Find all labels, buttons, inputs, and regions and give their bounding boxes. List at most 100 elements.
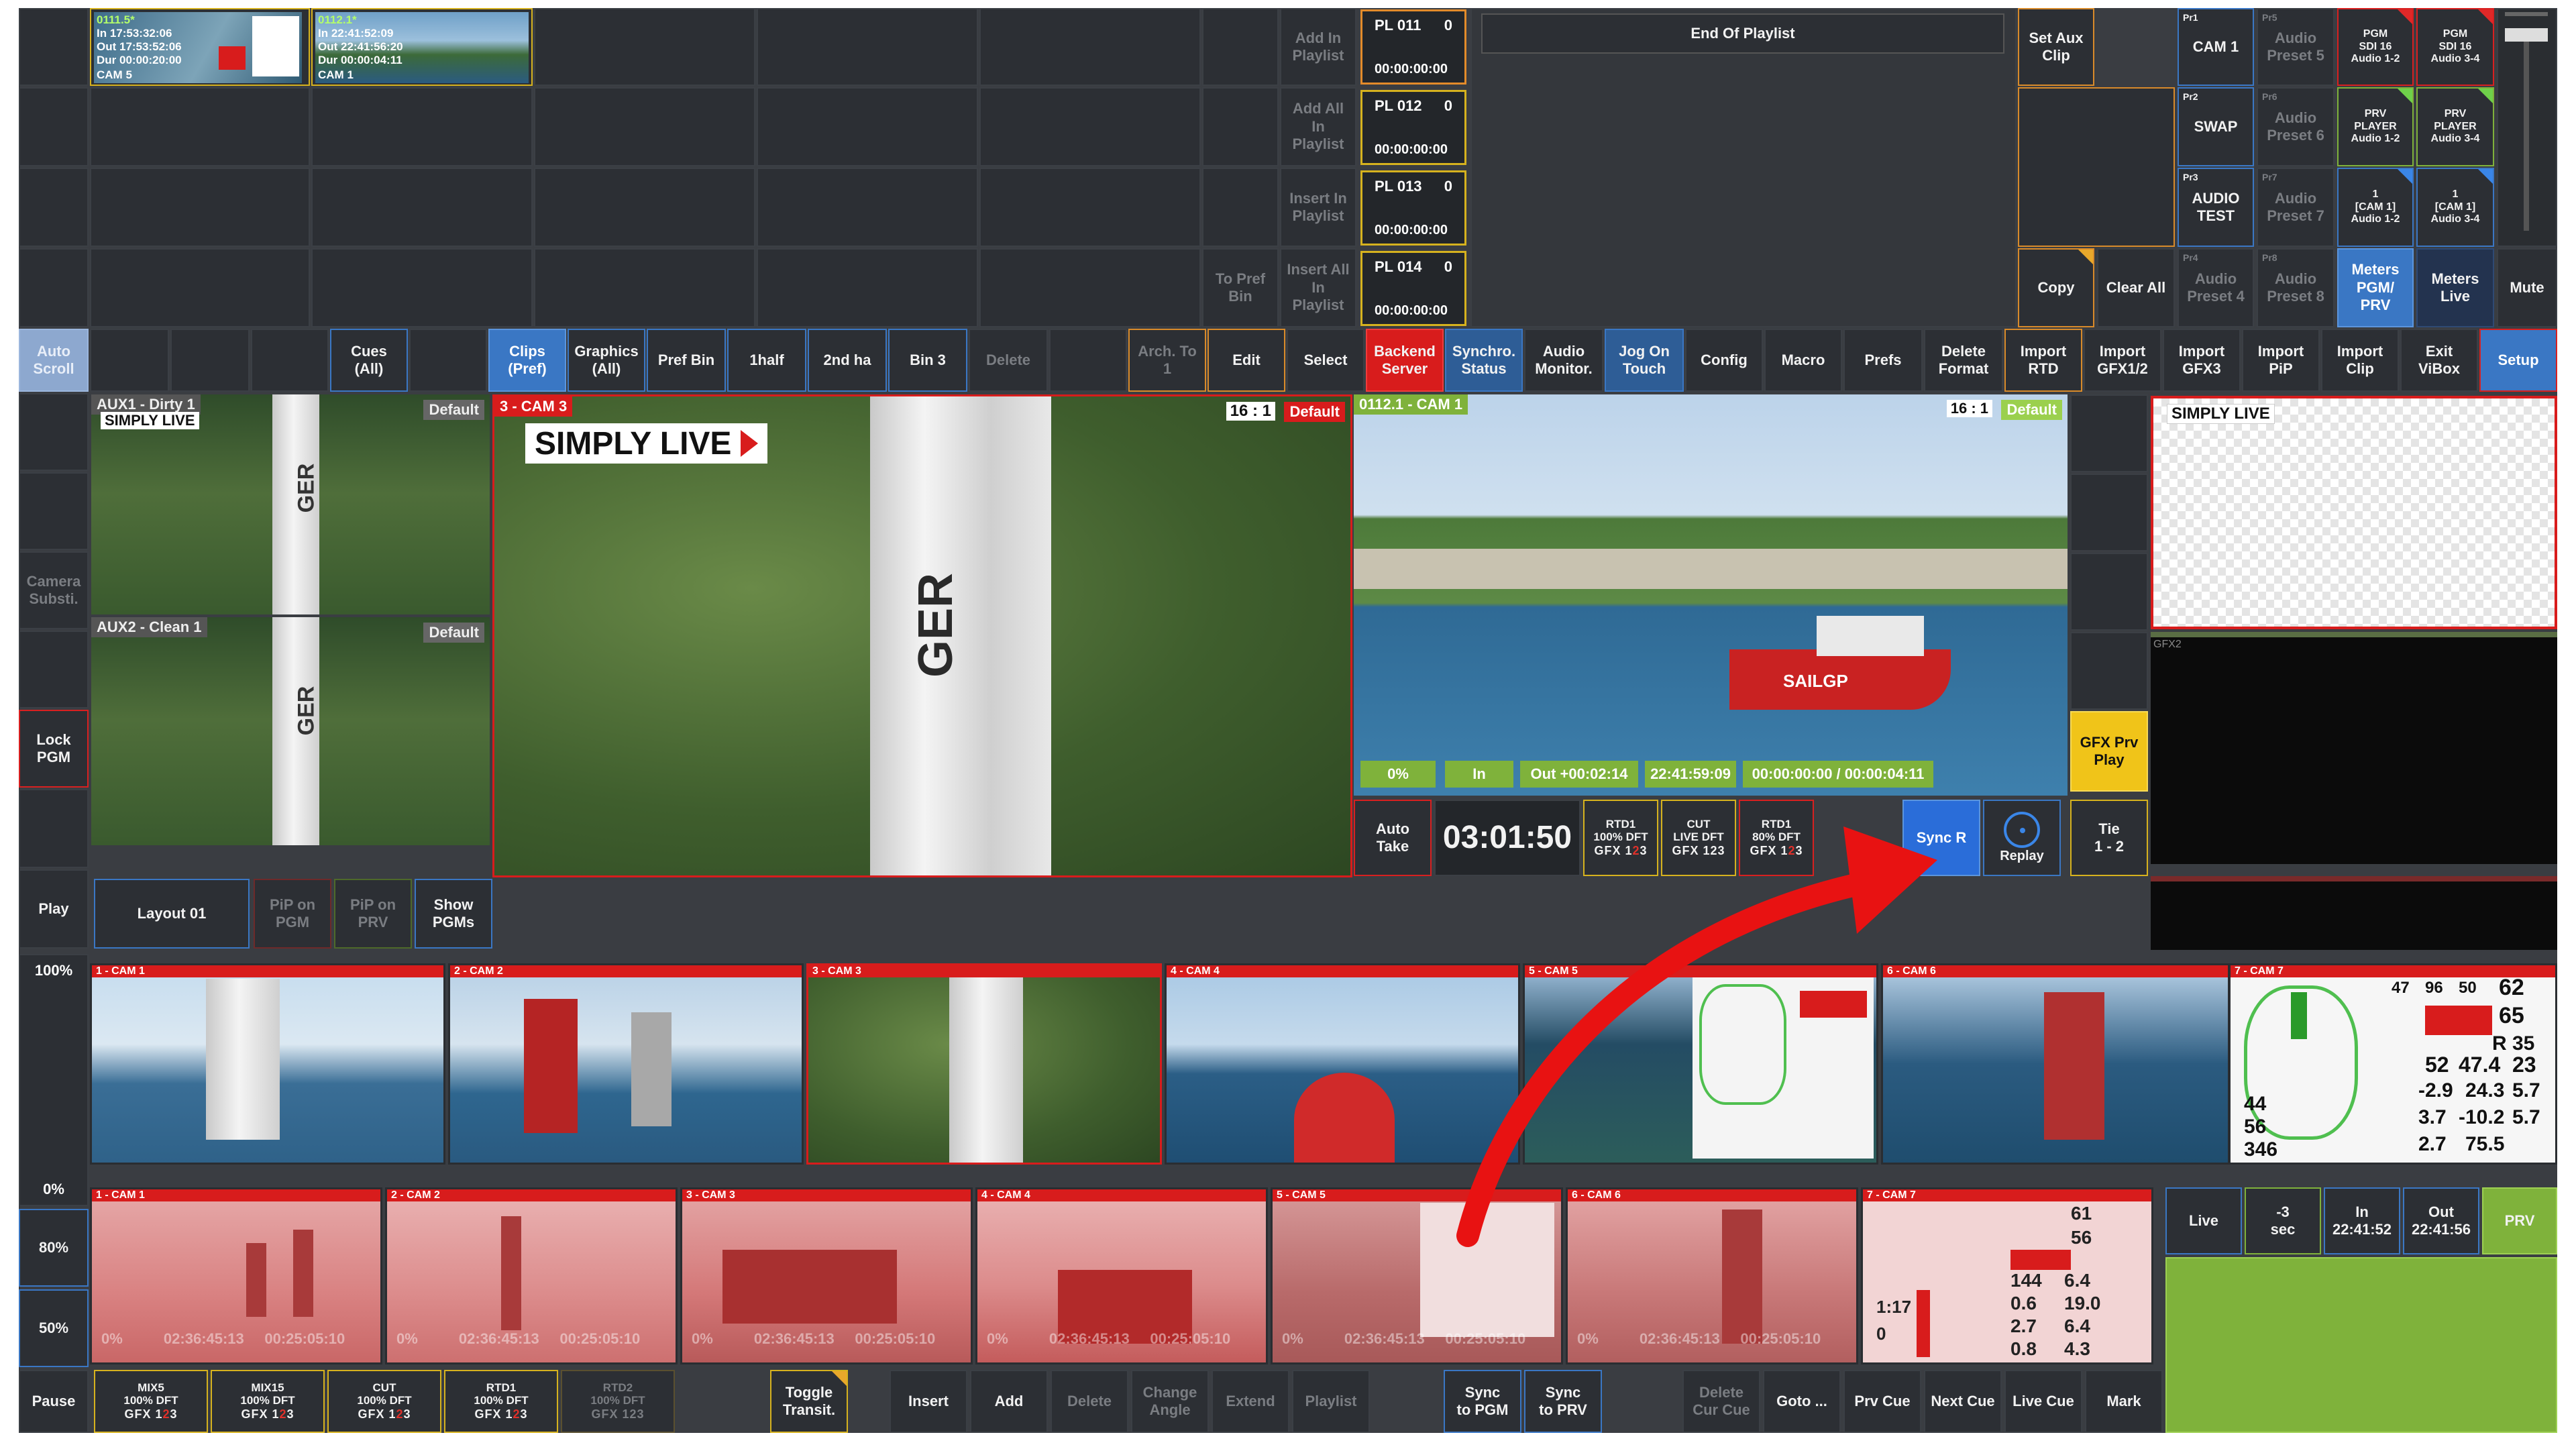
show-pgms-button[interactable]: Show PGMs bbox=[415, 879, 492, 949]
transition-rtd1-100[interactable]: RTD1 100% DFT GFX 123 bbox=[1583, 800, 1658, 876]
toggle-transition-button[interactable]: Toggle Transit. bbox=[770, 1370, 848, 1433]
speed-80-button[interactable]: 80% bbox=[19, 1209, 89, 1287]
camera-tile[interactable]: 4 - CAM 4 bbox=[1165, 963, 1520, 1165]
change-angle-button[interactable]: Change Angle bbox=[1131, 1370, 1209, 1433]
bin-empty-slot[interactable] bbox=[90, 168, 310, 247]
live-cue-button[interactable]: Live Cue bbox=[2004, 1370, 2082, 1433]
prefs-button[interactable]: Prefs bbox=[1843, 329, 1923, 392]
clips-pref-tab[interactable]: Clips (Pref) bbox=[488, 329, 566, 392]
2nd-ha-tab[interactable]: 2nd ha bbox=[808, 329, 887, 392]
bin-empty-slot[interactable] bbox=[757, 168, 978, 247]
live-button[interactable]: Live bbox=[2165, 1187, 2242, 1254]
transition-mix15[interactable]: MIX15 100% DFT GFX 123 bbox=[211, 1370, 325, 1433]
add-button[interactable]: Add bbox=[970, 1370, 1048, 1433]
transition-rtd1[interactable]: RTD1 100% DFT GFX 123 bbox=[444, 1370, 558, 1433]
playlist-content-area[interactable] bbox=[1470, 8, 2017, 327]
layout-01-button[interactable]: Layout 01 bbox=[94, 879, 250, 949]
bin-empty-slot[interactable] bbox=[979, 87, 1201, 166]
gfx2-monitor[interactable]: GFX2 bbox=[2151, 632, 2557, 864]
audio-preset-6-button[interactable]: Pr6 Audio Preset 6 bbox=[2257, 87, 2334, 166]
speed-lever[interactable]: 100% 0% bbox=[19, 954, 89, 1206]
speed-50-button[interactable]: 50% bbox=[19, 1289, 89, 1367]
clear-all-button[interactable]: Clear All bbox=[2097, 248, 2175, 327]
extend-button[interactable]: Extend bbox=[1212, 1370, 1289, 1433]
pgm-monitor[interactable]: GER 3 - CAM 3 16 : 1 Default SIMPLY LIVE bbox=[492, 394, 1352, 877]
bin-empty-slot[interactable] bbox=[90, 87, 310, 166]
camera-tile[interactable]: 6 - CAM 6 bbox=[1881, 963, 2230, 1165]
bin-empty-slot[interactable] bbox=[534, 248, 755, 327]
insert-in-playlist-button[interactable]: Insert In Playlist bbox=[1280, 168, 1356, 247]
audio-route-cam1-34[interactable]: 1 [CAM 1] Audio 3-4 bbox=[2416, 168, 2494, 247]
bin-empty-slot[interactable] bbox=[979, 8, 1201, 86]
replay-camera-tile[interactable]: 1 - CAM 1 0% 02:36:45:13 00:25:05:10 bbox=[90, 1187, 382, 1364]
aux-clip-area[interactable] bbox=[2018, 87, 2175, 247]
out-point-button[interactable]: Out 22:41:56 bbox=[2403, 1187, 2479, 1254]
audio-route-cam1-12[interactable]: 1 [CAM 1] Audio 1-2 bbox=[2337, 168, 2414, 247]
pref-bin-tab[interactable]: Pref Bin bbox=[647, 329, 726, 392]
volume-fader[interactable] bbox=[2497, 8, 2557, 247]
edit-button[interactable]: Edit bbox=[1208, 329, 1285, 392]
add-all-in-playlist-button[interactable]: Add All In Playlist bbox=[1280, 87, 1356, 166]
copy-button[interactable]: Copy bbox=[2018, 248, 2094, 327]
replay-button[interactable]: Replay bbox=[1983, 800, 2061, 876]
replay-camera-tile[interactable]: 4 - CAM 4 0% 02:36:45:13 00:25:05:10 bbox=[975, 1187, 1268, 1364]
jog-on-touch-button[interactable]: Jog On Touch bbox=[1605, 329, 1684, 392]
bin-empty-slot[interactable] bbox=[534, 168, 755, 247]
meters-live-button[interactable]: Meters Live bbox=[2416, 248, 2494, 327]
bin-empty-slot[interactable] bbox=[311, 87, 533, 166]
tie-button[interactable]: Tie 1 - 2 bbox=[2070, 800, 2148, 876]
prv-out-mark[interactable]: Out +00:02:14 bbox=[1520, 761, 1638, 788]
set-aux-clip-button[interactable]: Set Aux Clip bbox=[2018, 8, 2094, 86]
lock-pgm-button[interactable]: Lock PGM bbox=[19, 710, 89, 788]
replay-camera-tile[interactable]: 3 - CAM 3 0% 02:36:45:13 00:25:05:10 bbox=[680, 1187, 973, 1364]
audio-monitor-button[interactable]: Audio Monitor. bbox=[1524, 329, 1603, 392]
delete-bin-button[interactable]: Delete bbox=[969, 329, 1048, 392]
playlist-item[interactable]: PL 012 0 00:00:00:00 bbox=[1360, 90, 1466, 165]
setup-button[interactable]: Setup bbox=[2479, 329, 2557, 392]
prv-button[interactable]: PRV bbox=[2482, 1187, 2557, 1254]
goto-button[interactable]: Goto ... bbox=[1763, 1370, 1841, 1433]
bin-clip-card[interactable]: 0112.1* In 22:41:52:09 Out 22:41:56:20 D… bbox=[311, 8, 533, 86]
bin-empty-slot[interactable] bbox=[757, 8, 978, 86]
audio-route-pgm-34[interactable]: PGM SDI 16 Audio 3-4 bbox=[2416, 8, 2494, 86]
camera-substitution-button[interactable]: Camera Substi. bbox=[19, 551, 89, 629]
bin-empty-slot[interactable] bbox=[311, 168, 533, 247]
camera-tile[interactable]: 3 - CAM 3 bbox=[806, 963, 1162, 1165]
insert-all-in-playlist-button[interactable]: Insert All In Playlist bbox=[1280, 248, 1356, 327]
replay-camera-tile[interactable]: 2 - CAM 2 0% 02:36:45:13 00:25:05:10 bbox=[385, 1187, 678, 1364]
import-rtd-button[interactable]: Import RTD bbox=[2004, 329, 2082, 392]
auto-scroll-button[interactable]: Auto Scroll bbox=[19, 329, 89, 392]
replay-camera-tile[interactable]: 6 - CAM 6 0% 02:36:45:13 00:25:05:10 bbox=[1566, 1187, 1858, 1364]
bin-empty-slot[interactable] bbox=[311, 248, 533, 327]
camera-tile[interactable]: 1 - CAM 1 bbox=[90, 963, 445, 1165]
select-button[interactable]: Select bbox=[1287, 329, 1364, 392]
transition-cut[interactable]: CUT 100% DFT GFX 123 bbox=[327, 1370, 441, 1433]
gfx1-monitor[interactable]: SIMPLY LIVE bbox=[2151, 396, 2557, 629]
to-pref-bin-button[interactable]: To Pref Bin bbox=[1202, 248, 1279, 327]
bin-empty-slot[interactable] bbox=[90, 248, 310, 327]
transition-rtd1-80[interactable]: RTD1 80% DFT GFX 123 bbox=[1739, 800, 1814, 876]
meters-pgm-prv-button[interactable]: Meters PGM/ PRV bbox=[2337, 248, 2414, 327]
replay-camera-tile-telemetry[interactable]: 7 - CAM 7 61 56 144 6.4 0.6 19.0 2.7 6.4… bbox=[1861, 1187, 2153, 1364]
sync-to-pgm-button[interactable]: Sync to PGM bbox=[1444, 1370, 1521, 1433]
replay-camera-tile[interactable]: 5 - CAM 5 0% 02:36:45:13 00:25:05:10 bbox=[1271, 1187, 1563, 1364]
prv-monitor[interactable]: SAILGP 0112.1 - CAM 1 16 : 1 Default 0% … bbox=[1354, 394, 2068, 796]
bin-empty-slot[interactable] bbox=[534, 87, 755, 166]
import-gfx3-button[interactable]: Import GFX3 bbox=[2163, 329, 2241, 392]
camera-tile[interactable]: 2 - CAM 2 bbox=[448, 963, 804, 1165]
1half-tab[interactable]: 1half bbox=[727, 329, 806, 392]
preset-cam1-button[interactable]: Pr1 CAM 1 bbox=[2178, 8, 2254, 86]
sync-to-prv-button[interactable]: Sync to PRV bbox=[1524, 1370, 1602, 1433]
mark-button[interactable]: Mark bbox=[2085, 1370, 2163, 1433]
aux1-monitor[interactable]: GER AUX1 - Dirty 1 Default SIMPLY LIVE bbox=[91, 394, 490, 614]
arch-to-button[interactable]: Arch. To 1 bbox=[1128, 329, 1206, 392]
bin-empty-slot[interactable] bbox=[979, 248, 1201, 327]
insert-button[interactable]: Insert bbox=[890, 1370, 967, 1433]
pip-on-pgm-button[interactable]: PiP on PGM bbox=[254, 879, 331, 949]
transition-mix5[interactable]: MIX5 100% DFT GFX 123 bbox=[94, 1370, 208, 1433]
config-button[interactable]: Config bbox=[1685, 329, 1763, 392]
camera-tile-telemetry[interactable]: 7 - CAM 7 47 96 50 62 65 R 35 52 47.4 23… bbox=[2229, 963, 2557, 1165]
bin3-tab[interactable]: Bin 3 bbox=[888, 329, 967, 392]
aux2-monitor[interactable]: GER AUX2 - Clean 1 Default bbox=[91, 617, 490, 845]
playlist-item[interactable]: PL 013 0 00:00:00:00 bbox=[1360, 170, 1466, 246]
